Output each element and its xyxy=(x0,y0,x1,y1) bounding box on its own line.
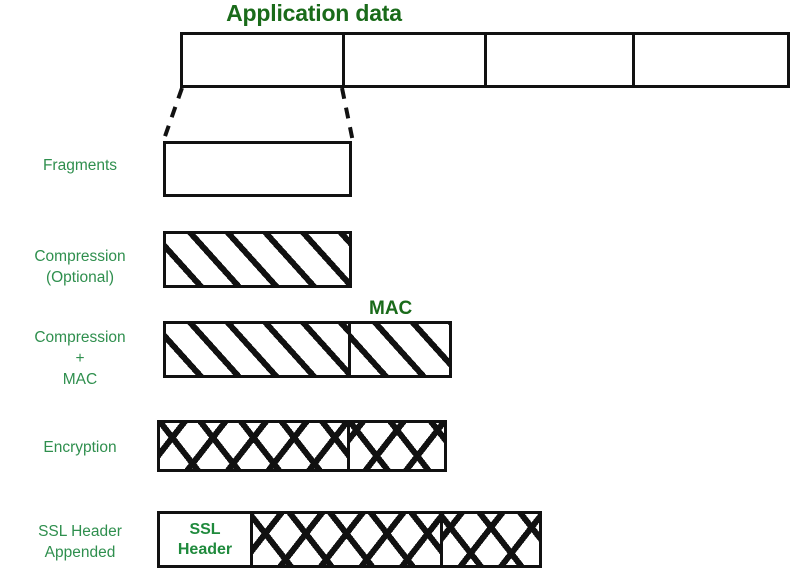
fragment-connector-lines xyxy=(161,87,355,143)
stage-label-encryption: Encryption xyxy=(0,437,160,458)
stage-label-compression-line1: Compression xyxy=(34,248,126,265)
fragments-block xyxy=(163,141,352,197)
ssl-header-cell-header: SSL Header xyxy=(160,514,250,565)
stage-label-fragments-text: Fragments xyxy=(42,157,118,174)
application-data-cell-1 xyxy=(183,35,342,85)
mac-caption: MAC xyxy=(369,298,413,319)
stage-label-ssl-header: SSL Header Appended xyxy=(0,521,160,563)
stage-label-compression-mac: Compression + MAC xyxy=(0,327,160,390)
ssl-header-text-line2: Header xyxy=(177,540,233,558)
stage-label-ssl-header-line2: Appended xyxy=(44,544,116,561)
stage-label-compression: Compression (Optional) xyxy=(0,246,160,288)
application-data-block xyxy=(180,32,790,88)
ssl-header-block: SSL Header xyxy=(157,511,542,568)
stage-label-compression-line2: (Optional) xyxy=(45,269,115,286)
stage-label-compression-mac-line2: + xyxy=(75,350,85,367)
ssl-header-text-line1: SSL xyxy=(189,520,221,538)
compression-mac-cell-data xyxy=(166,324,348,375)
encryption-block xyxy=(157,420,447,472)
page-title: Application data xyxy=(226,0,402,26)
application-data-cell-2 xyxy=(342,35,484,85)
compression-cell-1 xyxy=(166,234,349,285)
encryption-cell-mac xyxy=(347,423,444,469)
ssl-header-cell-mac xyxy=(440,514,539,565)
stage-label-encryption-text: Encryption xyxy=(43,439,117,456)
stage-label-compression-mac-line3: MAC xyxy=(62,371,98,388)
compression-mac-cell-mac xyxy=(348,324,449,375)
ssl-header-cell-data xyxy=(250,514,440,565)
fragments-cell-1 xyxy=(166,144,349,194)
application-data-cell-3 xyxy=(484,35,632,85)
stage-label-ssl-header-line1: SSL Header xyxy=(38,523,122,540)
compression-block xyxy=(163,231,352,288)
stage-label-fragments: Fragments xyxy=(0,155,160,176)
compression-mac-block xyxy=(163,321,452,378)
encryption-cell-data xyxy=(160,423,347,469)
stage-label-compression-mac-line1: Compression xyxy=(34,329,126,346)
application-data-cell-4 xyxy=(632,35,787,85)
